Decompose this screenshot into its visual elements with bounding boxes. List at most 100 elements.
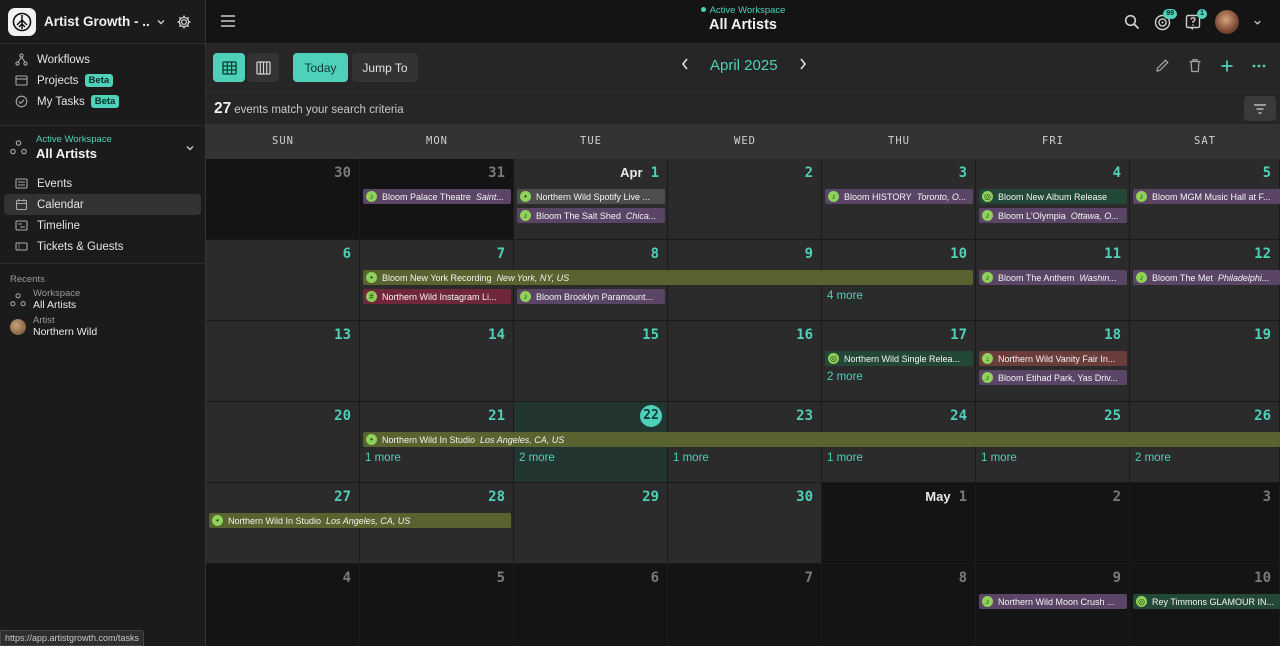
calendar-event[interactable]: • Northern Wild In Studio Los Angeles, CA,… <box>209 513 511 528</box>
day-number: 27 <box>334 489 351 505</box>
chevron-left-icon[interactable] <box>680 57 690 71</box>
recent-item-artist[interactable]: Artist Northern Wild <box>10 315 195 339</box>
header-workspace-name: All Artists <box>709 17 777 33</box>
plus-icon[interactable] <box>1220 59 1234 73</box>
today-button[interactable]: Today <box>293 53 348 82</box>
more-events-link[interactable]: 1 more <box>365 452 401 464</box>
workspace-switcher[interactable]: Active Workspace All Artists <box>0 125 205 169</box>
calendar-day-cell[interactable]: 14 <box>360 321 514 402</box>
month-grid-view-button[interactable] <box>213 53 245 82</box>
calendar-day-cell[interactable]: 2 <box>976 483 1130 564</box>
day-number: 12 <box>1254 246 1271 262</box>
calendar-day-cell[interactable]: 15 <box>514 321 668 402</box>
nav-calendar[interactable]: Calendar <box>4 194 201 215</box>
calendar-day-cell[interactable]: May 1 <box>822 483 976 564</box>
day-number-text: 8 <box>650 246 659 262</box>
workspace-name: All Artists <box>36 146 97 161</box>
day-number: 29 <box>642 489 659 505</box>
day-number-text: 7 <box>496 246 505 262</box>
calendar-event[interactable]: • Bloom New York Recording New York, NY, U… <box>363 270 973 285</box>
calendar-day-cell[interactable]: 13 <box>206 321 360 402</box>
calendar-event[interactable]: ♪ Bloom The Salt Shed Chica... <box>517 208 665 223</box>
calendar-event[interactable]: ♪ Bloom HISTORY Toronto, O... <box>825 189 973 204</box>
calendar-day-cell[interactable]: 3 <box>1130 483 1280 564</box>
calendar-event[interactable]: ♪ Bloom Palace Theatre Saint... <box>363 189 511 204</box>
calendar-event[interactable]: ♪ Bloom MGM Music Hall at F... <box>1133 189 1280 204</box>
chevron-down-icon[interactable] <box>1253 18 1262 27</box>
calendar-event[interactable]: ↓ Northern Wild Vanity Fair In... <box>979 351 1127 366</box>
calendar-event[interactable]: ♪ Bloom Brooklyn Paramount... <box>517 289 665 304</box>
calendar-day-cell[interactable]: 6 <box>514 564 668 646</box>
columns-icon <box>255 60 271 75</box>
calendar-event[interactable]: ◎ Rey Timmons GLAMOUR IN... <box>1133 594 1280 609</box>
trash-icon[interactable] <box>1188 58 1202 73</box>
calendar-day-cell[interactable]: 8 <box>822 564 976 646</box>
search-icon[interactable] <box>1124 14 1140 30</box>
calendar-day-cell[interactable]: 6 <box>206 240 360 321</box>
calendar-event[interactable]: # Northern Wild Instagram Li... <box>363 289 511 304</box>
tasks-check-icon <box>14 95 28 109</box>
calendar-event[interactable]: • Northern Wild Spotify Live ... <box>517 189 665 204</box>
day-number: 8 <box>959 570 967 586</box>
artist-avatar <box>10 319 26 335</box>
week-columns-view-button[interactable] <box>247 53 279 82</box>
event-title: Bloom L'Olympia <box>998 210 1066 221</box>
more-events-link[interactable]: 2 more <box>827 371 863 383</box>
calendar-day-cell[interactable]: 16 <box>668 321 822 402</box>
calendar-day-cell[interactable]: 20 <box>206 402 360 483</box>
more-events-link[interactable]: 1 more <box>981 452 1017 464</box>
beta-badge: Beta <box>90 95 120 108</box>
artist-growth-logo[interactable] <box>8 7 36 36</box>
nav-tickets-guests[interactable]: Tickets & Guests <box>4 236 201 257</box>
ticket-icon <box>14 240 28 254</box>
more-events-link[interactable]: 2 more <box>519 452 555 464</box>
day-number-text: 29 <box>642 489 659 505</box>
recent-item-workspace[interactable]: Workspace All Artists <box>10 288 195 312</box>
nav-my-tasks[interactable]: My Tasks Beta <box>4 91 201 112</box>
calendar-day-cell[interactable]: 30 <box>206 159 360 240</box>
day-number-text: 5 <box>1262 165 1271 181</box>
app-title[interactable]: Artist Growth - ... <box>44 14 150 29</box>
day-number: 23 <box>796 408 813 424</box>
chevron-down-icon[interactable] <box>156 17 166 27</box>
nav-events[interactable]: Events <box>4 173 201 194</box>
gear-icon[interactable] <box>176 14 192 30</box>
pencil-icon[interactable] <box>1155 58 1170 73</box>
nav-label: Tickets & Guests <box>37 240 124 253</box>
calendar-day-cell[interactable]: 7 <box>668 564 822 646</box>
calendar-event[interactable]: ♪ Northern Wild Moon Crush ... <box>979 594 1127 609</box>
day-number-text: 26 <box>1254 408 1271 424</box>
calendar-event[interactable]: ◎ Northern Wild Single Relea... <box>825 351 973 366</box>
user-avatar[interactable] <box>1215 10 1239 34</box>
more-events-link[interactable]: 2 more <box>1135 452 1171 464</box>
calendar-event[interactable]: ♪ Bloom Etihad Park, Yas Driv... <box>979 370 1127 385</box>
chevron-down-icon[interactable] <box>185 143 195 153</box>
calendar-day-cell[interactable]: 2 <box>668 159 822 240</box>
calendar-day-cell[interactable]: 30 <box>668 483 822 564</box>
calendar-event[interactable]: ♪ Bloom The Met Philadelphi... <box>1133 270 1280 285</box>
calendar-event[interactable]: ♪ Bloom The Anthem Washin... <box>979 270 1127 285</box>
calendar-event[interactable]: ♪ Bloom L'Olympia Ottawa, O... <box>979 208 1127 223</box>
help-icon[interactable]: 1 <box>1185 8 1207 31</box>
more-events-link[interactable]: 4 more <box>827 290 863 302</box>
nav-timeline[interactable]: Timeline <box>4 215 201 236</box>
more-events-link[interactable]: 1 more <box>827 452 863 464</box>
more-events-link[interactable]: 1 more <box>673 452 709 464</box>
event-location: Toronto, O... <box>916 191 967 202</box>
event-location: Chica... <box>625 210 657 221</box>
nav-workflows[interactable]: Workflows <box>4 49 201 70</box>
filter-button[interactable] <box>1244 96 1276 121</box>
nav-projects[interactable]: Projects Beta <box>4 70 201 91</box>
calendar-day-cell[interactable]: 4 <box>206 564 360 646</box>
more-dots-icon[interactable] <box>1252 59 1266 73</box>
calendar-event[interactable]: ◎ Bloom New Album Release <box>979 189 1127 204</box>
calendar-day-cell[interactable]: 5 <box>360 564 514 646</box>
calendar-event[interactable]: • Northern Wild In Studio Los Angeles, CA,… <box>363 432 1280 447</box>
day-number-text: 6 <box>650 570 659 586</box>
calendar-day-cell[interactable]: 29 <box>514 483 668 564</box>
activity-icon[interactable]: 99 <box>1154 8 1177 31</box>
calendar-day-cell[interactable]: 19 <box>1130 321 1280 402</box>
recent-type: Workspace <box>33 288 81 299</box>
jump-to-button[interactable]: Jump To <box>352 53 418 82</box>
chevron-right-icon[interactable] <box>798 57 808 71</box>
